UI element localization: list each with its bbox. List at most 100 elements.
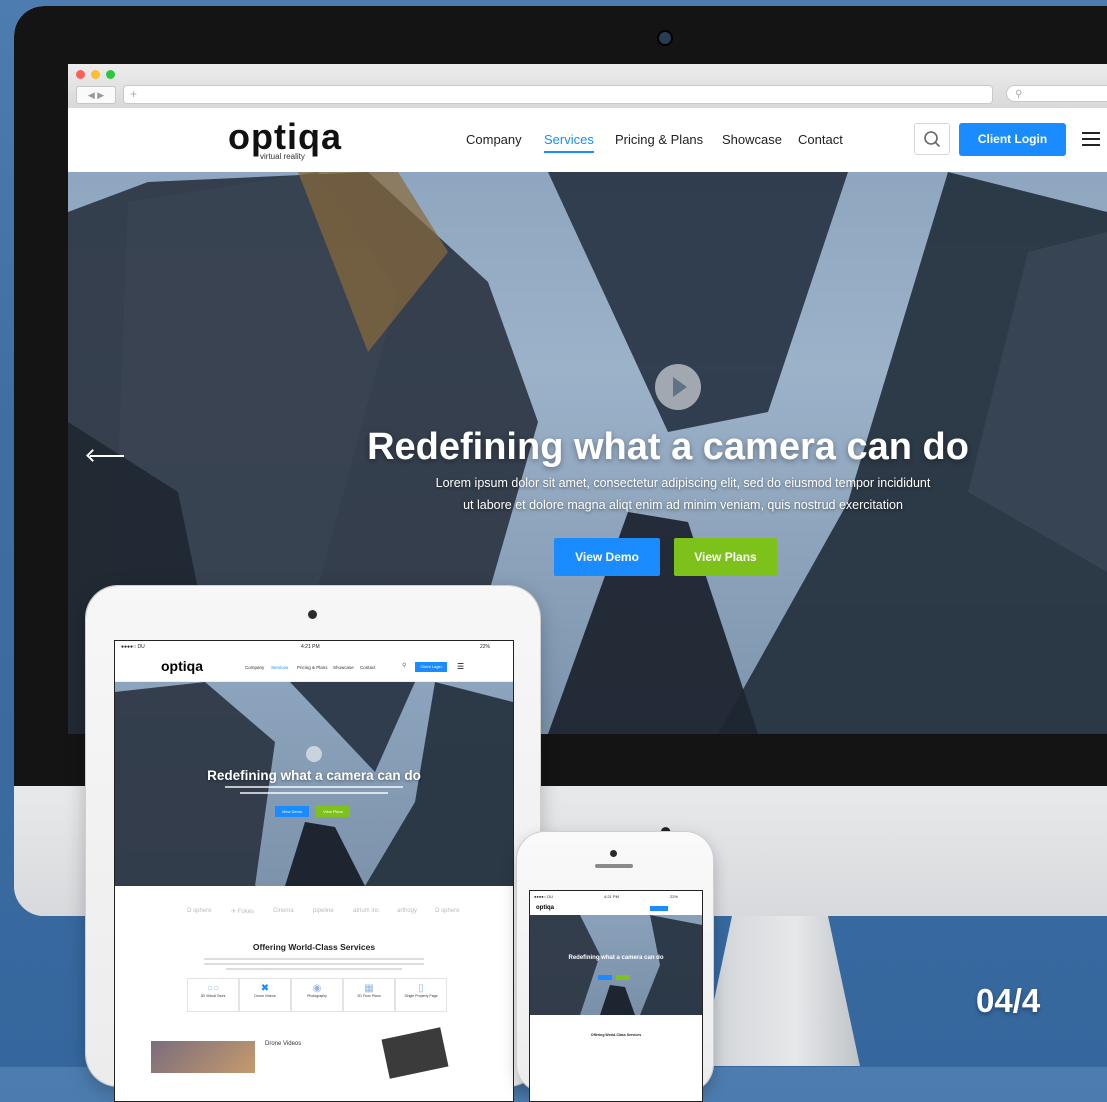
tablet-client-login-button[interactable]: Client Login [415,662,447,672]
tablet-menu-icon[interactable]: ☰ [457,662,464,671]
tablet-tab-label: Drone Videos [254,994,276,998]
vr-goggles-icon: ○○ [206,983,220,994]
drone-image [151,1041,255,1073]
phone-hero-title: Redefining what a camera can do [568,955,664,961]
tablet-section-title: Offering World-Class Services [252,942,376,952]
hero-title: Redefining what a camera can do [367,426,969,468]
partner-logo: pipeline [313,908,334,914]
minimize-window-icon[interactable] [91,70,100,79]
tablet-view-plans-button[interactable]: View Plans [316,806,350,817]
tablet-battery: 22% [480,644,491,650]
tablet-tab-label: 3D Virtual Tours [200,994,226,998]
site-logo[interactable]: optiqa [228,118,342,156]
tablet-site-logo[interactable]: optiqa [161,658,203,674]
tablet-tab-label: 2D Floor Plans [357,994,381,998]
tablet-screen: ●●●●○ DU 4:21 PM 22% optiqa Company Serv… [114,640,514,1102]
tablet-tab-floor-plans[interactable]: ▦ 2D Floor Plans [343,978,395,1012]
floor-plan-icon: ▦ [364,983,374,994]
tablet-drone-section: Drone Videos [115,1027,513,1101]
monitor-stand [700,916,860,1066]
logo-tagline: virtual reality [260,152,305,161]
slide-counter: 04/4 [976,982,1041,1019]
nav-contact[interactable]: Contact [798,132,843,147]
view-demo-button[interactable]: View Demo [554,538,660,576]
phone-device: ●●●●○ DU 4:21 PM 22% optiqa Redefining w… [517,832,713,1102]
tablet-nav-showcase[interactable]: Showcase [333,665,354,670]
phone-view-demo-button[interactable] [598,975,612,980]
phone-client-login-button[interactable] [650,906,668,911]
tablet-search-icon[interactable]: ⚲ [402,662,406,669]
menu-icon[interactable] [1082,132,1100,146]
tablet-tab-property-page[interactable]: ▯ Single Property Page [395,978,447,1012]
new-tab-icon[interactable]: + [130,86,137,102]
phone-time: 4:21 PM [604,894,619,899]
partner-logo: arthogy [397,908,418,914]
tablet-section-text [204,958,424,970]
nav-showcase[interactable]: Showcase [722,132,782,147]
tablet-nav-contact[interactable]: Contact [360,665,376,670]
tablet-service-tabs: ○○ 3D Virtual Tours ✖ Drone Videos ◉ Photog… [115,978,513,1014]
partner-logo: Ω sphere [187,908,212,914]
tablet-status-bar: ●●●●○ DU 4:21 PM 22% [115,641,513,653]
phone-site-logo[interactable]: optiqa [536,905,554,911]
phone-hero: Redefining what a camera can do [530,915,702,1015]
camera-icon: ◉ [312,983,322,994]
tablet-camera-icon [308,610,317,619]
partner-logo: atrium inc [353,908,380,914]
browser-search-input[interactable]: ⚲ [1006,85,1107,102]
phone-view-plans-button[interactable] [616,975,630,980]
nav-services[interactable]: Services [544,132,594,153]
tablet-nav-services[interactable]: Services [271,665,288,670]
hero-text-line-1: Lorem ipsum dolor sit amet, consectetur … [435,476,931,490]
tablet-time: 4:21 PM [301,644,320,650]
phone-skyscrapers [530,915,702,1015]
phone-screen: ●●●●○ DU 4:21 PM 22% optiqa Redefining w… [529,890,703,1102]
tablet-device: ●●●●○ DU 4:21 PM 22% optiqa Company Serv… [86,586,540,1102]
phone-status-bar: ●●●●○ DU 4:21 PM 22% [530,891,702,901]
tablet-nav-company[interactable]: Company [245,665,264,670]
tablet-skyscrapers [115,682,513,886]
close-window-icon[interactable] [76,70,85,79]
tablet-tab-label: Photography [307,994,327,998]
building-icon: ▯ [418,983,424,994]
phone-speaker [595,864,633,868]
tablet-site-header: optiqa Company Services Pricing & Plans … [115,653,513,682]
tablet-nav-pricing-plans[interactable]: Pricing & Plans [297,665,328,670]
drone-photo [381,1027,449,1079]
view-plans-button[interactable]: View Plans [674,538,777,576]
search-button[interactable] [914,123,950,155]
site-header: optiqa virtual reality Company Services … [68,108,1107,172]
maximize-window-icon[interactable] [106,70,115,79]
tablet-view-demo-button[interactable]: View Demo [275,806,309,817]
search-icon [924,131,941,148]
tablet-hero: Redefining what a camera can do View Dem… [115,682,513,886]
phone-section-title: Offering World-Class Services [590,1033,642,1037]
hero-text-line-2: ut labore et dolore magna aliqt enim ad … [463,498,903,512]
tablet-hero-text-2 [240,792,388,794]
phone-carrier: ●●●●○ DU [534,894,553,899]
drone-icon: ✖ [260,983,270,994]
browser-chrome: ◀ ▶ + ⚲ [68,64,1107,109]
client-login-button[interactable]: Client Login [959,123,1066,156]
tablet-tab-label: Single Property Page [404,994,438,998]
tablet-partner-logos: Ω sphere ✈ Fokes Cinema pipeline atrium … [115,886,513,932]
search-icon: ⚲ [1015,89,1023,100]
monitor-camera-icon [659,32,671,44]
play-video-button[interactable] [655,364,701,410]
back-forward-buttons[interactable]: ◀ ▶ [76,86,116,104]
tablet-carrier: ●●●●○ DU [121,644,145,650]
partner-logo: ✈ Fokes [231,909,255,915]
tablet-tab-drone-videos[interactable]: ✖ Drone Videos [239,978,291,1012]
tablet-tab-3d-tours[interactable]: ○○ 3D Virtual Tours [187,978,239,1012]
partner-logo: Ω sphere [435,908,460,914]
address-bar[interactable]: + [123,85,993,104]
nav-pricing-plans[interactable]: Pricing & Plans [615,132,703,147]
tablet-play-button[interactable] [306,746,322,762]
nav-company[interactable]: Company [466,132,522,147]
tablet-drone-heading: Drone Videos [265,1041,302,1047]
phone-camera-icon [610,850,617,857]
previous-slide-arrow-icon[interactable] [90,455,124,457]
tablet-tab-photography[interactable]: ◉ Photography [291,978,343,1012]
partner-logo: Cinema [273,908,294,914]
tablet-hero-text [225,786,403,788]
